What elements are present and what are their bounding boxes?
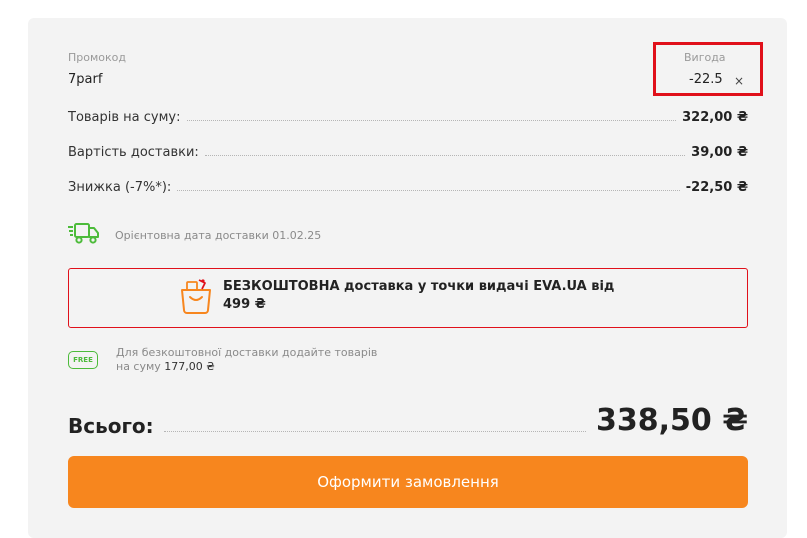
free-delivery-text-line2: 499 ₴ — [223, 297, 266, 312]
promo-code-value: 7parf — [68, 72, 103, 87]
dotted-leader — [163, 431, 586, 432]
dotted-leader — [204, 155, 686, 156]
free-delivery-hint: FREE Для безкоштовної доставки додайте т… — [68, 346, 377, 374]
free-delivery-banner: БЕЗКОШТОВНА доставка у точки видачі EVA.… — [68, 268, 748, 328]
total-row: Всього: 338,50 ₴ — [68, 398, 748, 439]
summary-row-goods: Товарів на суму: 322,00 ₴ — [68, 107, 748, 125]
summary-row-value: -22,50 ₴ — [685, 180, 748, 195]
summary-row-label: Товарів на суму: — [68, 110, 181, 125]
benefit-value: -22.5 — [689, 72, 723, 87]
place-order-button[interactable]: Оформити замовлення — [68, 456, 748, 508]
delivery-truck-icon — [68, 221, 100, 249]
free-hint-amount: 177,00 ₴ — [164, 360, 215, 373]
summary-row-delivery: Вартість доставки: 39,00 ₴ — [68, 142, 748, 160]
benefit-label: Вигода — [684, 51, 726, 64]
summary-row-label: Знижка (-7%*): — [68, 180, 172, 195]
promo-label: Промокод — [68, 51, 126, 64]
summary-row-value: 39,00 ₴ — [691, 145, 748, 160]
summary-row-label: Вартість доставки: — [68, 145, 199, 160]
dotted-leader — [186, 120, 677, 121]
free-delivery-text-line1: БЕЗКОШТОВНА доставка у точки видачі EVA.… — [223, 279, 615, 294]
free-hint-prefix: на суму — [116, 360, 161, 373]
total-label: Всього: — [68, 414, 154, 438]
remove-promo-button[interactable]: × — [734, 74, 744, 88]
summary-row-discount: Знижка (-7%*): -22,50 ₴ — [68, 177, 748, 195]
total-value: 338,50 ₴ — [596, 403, 748, 438]
dotted-leader — [177, 190, 680, 191]
shopping-bag-icon — [179, 278, 213, 318]
summary-row-value: 322,00 ₴ — [682, 110, 748, 125]
free-badge: FREE — [68, 351, 98, 369]
delivery-estimate-text: Орієнтовна дата доставки 01.02.25 — [115, 228, 322, 242]
free-hint-line1: Для безкоштовної доставки додайте товарі… — [116, 346, 378, 359]
delivery-estimate: Орієнтовна дата доставки 01.02.25 — [68, 221, 321, 249]
